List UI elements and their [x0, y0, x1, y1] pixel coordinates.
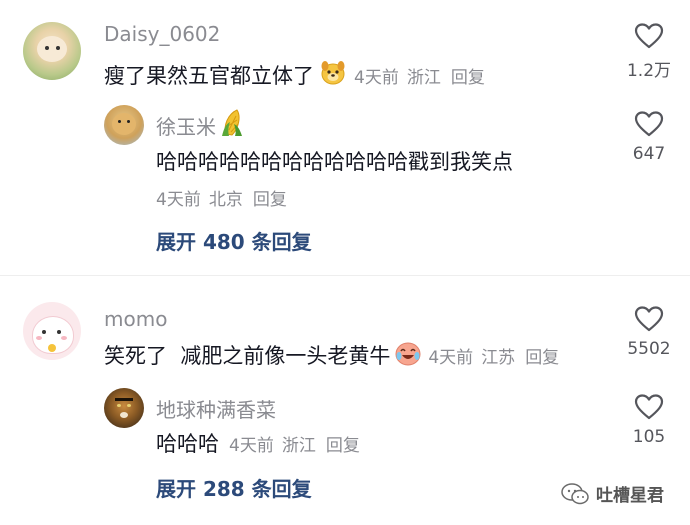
comment-time: 4天前 — [354, 67, 399, 88]
reply-username[interactable]: 徐玉米 — [156, 111, 216, 140]
dog-face-emoji — [320, 60, 346, 90]
reply-button[interactable]: 回复 — [326, 431, 360, 456]
like-count: 5502 — [627, 339, 671, 359]
reply-button[interactable]: 回复 — [451, 63, 485, 88]
watermark: 吐槽星君 — [560, 481, 664, 506]
comment-body: 笑死了 减肥之前像一头老黄牛 4天前 江苏 回复 — [104, 340, 559, 370]
heart-outline-icon — [634, 23, 664, 49]
comment-username[interactable]: momo — [104, 307, 167, 331]
reply-username[interactable]: 地球种满香菜 — [156, 394, 276, 423]
reply-button[interactable]: 回复 — [525, 343, 559, 368]
divider — [0, 275, 690, 276]
crying-laugh-emoji — [394, 340, 422, 370]
like-count: 647 — [632, 144, 666, 164]
corn-emoji — [220, 108, 244, 142]
reply-time: 4天前 — [229, 435, 274, 456]
wechat-icon — [561, 482, 589, 504]
avatar[interactable] — [23, 22, 81, 80]
avatar[interactable] — [104, 105, 144, 145]
like-button[interactable]: 5502 — [609, 305, 689, 359]
reply-time: 4天前 — [156, 190, 201, 210]
avatar[interactable] — [23, 302, 81, 360]
comment-username[interactable]: Daisy_0602 — [104, 22, 220, 46]
like-button[interactable]: 647 — [609, 110, 689, 164]
comment-time: 4天前 — [428, 347, 474, 368]
like-button[interactable]: 1.2万 — [609, 22, 689, 81]
reply-header: 徐玉米 — [156, 108, 244, 142]
reply-meta: 4天前 北京 回复 — [156, 185, 287, 210]
like-button[interactable]: 105 — [609, 393, 689, 447]
like-count: 1.2万 — [626, 61, 672, 81]
reply-location: 浙江 — [281, 435, 316, 456]
reply-text: 哈哈哈 — [156, 432, 219, 456]
avatar[interactable] — [104, 388, 144, 428]
reply-location: 北京 — [208, 190, 243, 210]
reply-text: 哈哈哈哈哈哈哈哈哈哈哈哈戳到我笑点 — [156, 150, 513, 174]
heart-outline-icon — [634, 111, 664, 137]
watermark-text: 吐槽星君 — [596, 486, 664, 506]
like-count: 105 — [632, 427, 666, 447]
comment-body: 瘦了果然五官都立体了 4天前 浙江 回复 — [104, 60, 485, 90]
reply-button[interactable]: 回复 — [253, 185, 287, 210]
reply-body: 哈哈哈 4天前 浙江 回复 — [156, 428, 360, 458]
heart-outline-icon — [634, 306, 664, 332]
expand-replies-button[interactable]: 展开 288 条回复 — [156, 473, 312, 502]
expand-replies-button[interactable]: 展开 480 条回复 — [156, 226, 312, 255]
comment-location: 江苏 — [481, 347, 516, 368]
comment-text: 瘦了果然五官都立体了 — [104, 64, 314, 88]
comment-text: 笑死了 减肥之前像一头老黄牛 — [104, 344, 391, 368]
comment-location: 浙江 — [406, 67, 441, 88]
heart-outline-icon — [634, 394, 664, 420]
